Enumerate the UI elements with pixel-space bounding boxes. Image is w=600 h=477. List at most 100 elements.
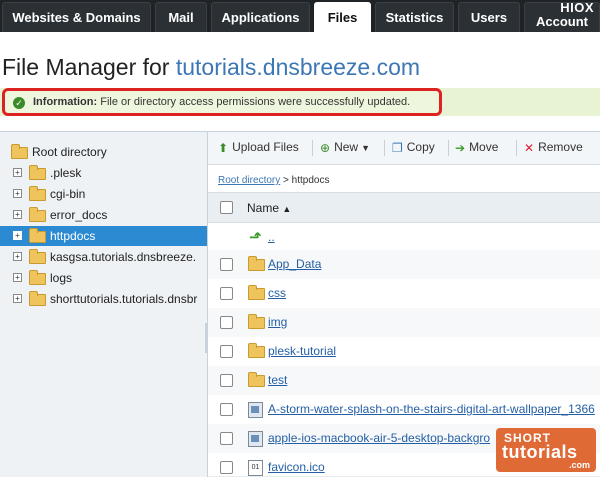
expand-icon[interactable]: +: [13, 252, 22, 261]
row-checkbox[interactable]: [220, 258, 233, 271]
watermark-line2: tutorials: [502, 442, 578, 462]
file-name-link[interactable]: apple-ios-macbook-air-5-desktop-backgro: [268, 431, 490, 445]
tree-item-label: logs: [50, 271, 73, 285]
expand-icon[interactable]: +: [13, 168, 22, 177]
table-row: test: [208, 366, 600, 396]
upload-files-button[interactable]: ⬆ Upload Files: [218, 140, 299, 155]
tree-item-httpdocs[interactable]: + httpdocs: [0, 226, 207, 246]
tab-applications[interactable]: Applications: [211, 2, 310, 32]
folder-icon: [11, 144, 28, 159]
directory-tree: Root directory + .plesk + cgi-bin + erro…: [0, 131, 208, 477]
expand-icon[interactable]: +: [13, 294, 22, 303]
table-row: img: [208, 308, 600, 338]
toolbar-divider: [448, 140, 449, 156]
tree-item-kasgsa[interactable]: + kasgsa.tutorials.dnsbreeze.: [0, 247, 207, 267]
folder-icon: [29, 291, 46, 306]
file-name-link[interactable]: App_Data: [268, 257, 321, 271]
folder-icon: [29, 165, 46, 180]
expand-icon[interactable]: +: [13, 189, 22, 198]
tree-item-label: Root directory: [32, 145, 107, 159]
tree-item-shorttutorials[interactable]: + shorttutorials.tutorials.dnsbr: [0, 289, 207, 309]
row-checkbox[interactable]: [220, 316, 233, 329]
tree-item-label: error_docs: [50, 208, 108, 222]
table-row: plesk-tutorial: [208, 337, 600, 367]
toolbar-divider: [384, 140, 385, 156]
select-all-checkbox[interactable]: [220, 201, 233, 214]
breadcrumb-separator: >: [280, 175, 292, 186]
top-nav: Websites & Domains Mail Applications Fil…: [0, 0, 600, 32]
tab-mail[interactable]: Mail: [155, 2, 207, 32]
remove-label: Remove: [538, 140, 583, 154]
tab-websites-domains[interactable]: Websites & Domains: [2, 2, 151, 32]
remove-x-icon: ✕: [524, 140, 535, 155]
file-name-link[interactable]: favicon.ico: [268, 460, 325, 474]
row-checkbox[interactable]: [220, 403, 233, 416]
file-name-link[interactable]: test: [268, 373, 287, 387]
brand-logo: HIOX: [560, 0, 594, 15]
file-name-link[interactable]: A-storm-water-splash-on-the-stairs-digit…: [268, 402, 595, 416]
name-column-header[interactable]: Name ▲: [247, 201, 291, 215]
folder-icon: [29, 186, 46, 201]
new-button[interactable]: ⊕ New ▼: [320, 140, 370, 155]
expand-icon[interactable]: +: [13, 273, 22, 282]
parent-directory-link[interactable]: ..: [268, 230, 275, 244]
table-row: css: [208, 279, 600, 309]
upload-icon: ⬆: [218, 140, 229, 155]
folder-icon: [29, 270, 46, 285]
tree-item-logs[interactable]: + logs: [0, 268, 207, 288]
expand-icon[interactable]: +: [13, 231, 22, 240]
shorttutorials-watermark: SHORT tutorials .com: [496, 428, 596, 472]
success-check-icon: ✓: [13, 97, 25, 109]
table-row: App_Data: [208, 250, 600, 280]
breadcrumb: Root directory > httpdocs: [218, 175, 329, 186]
folder-icon: [29, 207, 46, 222]
info-message-text: Information: File or directory access pe…: [33, 96, 410, 108]
folder-icon: [248, 372, 265, 387]
tree-item-label: httpdocs: [50, 229, 96, 243]
tab-users[interactable]: Users: [458, 2, 520, 32]
move-label: Move: [469, 140, 499, 154]
remove-button[interactable]: ✕ Remove: [524, 140, 583, 155]
chevron-down-icon: ▼: [361, 143, 370, 153]
tree-item-plesk[interactable]: + .plesk: [0, 163, 207, 183]
sort-ascending-icon: ▲: [282, 204, 292, 214]
copy-button[interactable]: ❐ Copy: [392, 140, 435, 155]
tree-item-label: cgi-bin: [50, 187, 86, 201]
tree-item-label: .plesk: [50, 166, 82, 180]
tree-item-error-docs[interactable]: + error_docs: [0, 205, 207, 225]
row-checkbox[interactable]: [220, 287, 233, 300]
table-row-parent: ⬏ ..: [208, 223, 600, 253]
file-name-link[interactable]: img: [268, 315, 287, 329]
tree-item-label: kasgsa.tutorials.dnsbreeze.: [50, 250, 197, 264]
page-title-domain: tutorials.dnsbreeze.com: [175, 54, 421, 80]
tab-files[interactable]: Files: [314, 2, 371, 32]
file-toolbar: ⬆ Upload Files ⊕ New ▼ ❐ Copy ➔ Move ✕ Remove: [208, 131, 600, 165]
expand-icon[interactable]: +: [13, 210, 22, 219]
file-name-link[interactable]: plesk-tutorial: [268, 344, 336, 358]
row-checkbox[interactable]: [220, 345, 233, 358]
new-label: New: [334, 140, 359, 154]
image-file-icon: [248, 431, 263, 447]
tree-item-root[interactable]: Root directory: [0, 142, 207, 162]
info-message: ✓ Information: File or directory access …: [2, 88, 442, 116]
breadcrumb-root-link[interactable]: Root directory: [218, 175, 280, 186]
folder-icon: [29, 228, 46, 243]
watermark-line3: .com: [568, 460, 590, 470]
copy-label: Copy: [406, 140, 435, 154]
tab-statistics[interactable]: Statistics: [375, 2, 454, 32]
info-text: File or directory access permissions wer…: [97, 96, 411, 108]
name-header-label: Name: [247, 201, 280, 215]
tree-item-cgi-bin[interactable]: + cgi-bin: [0, 184, 207, 204]
folder-icon: [248, 314, 265, 329]
table-header: Name ▲: [208, 192, 600, 223]
row-checkbox[interactable]: [220, 374, 233, 387]
row-checkbox[interactable]: [220, 432, 233, 445]
move-button[interactable]: ➔ Move: [455, 140, 498, 155]
toolbar-divider: [516, 140, 517, 156]
folder-icon: [248, 256, 265, 271]
tree-item-label: shorttutorials.tutorials.dnsbr: [50, 292, 198, 306]
file-name-link[interactable]: css: [268, 286, 286, 300]
page-title: File Manager for tutorials.dnsbreeze.com: [2, 54, 420, 81]
row-checkbox[interactable]: [220, 461, 233, 474]
breadcrumb-current: httpdocs: [291, 175, 330, 186]
